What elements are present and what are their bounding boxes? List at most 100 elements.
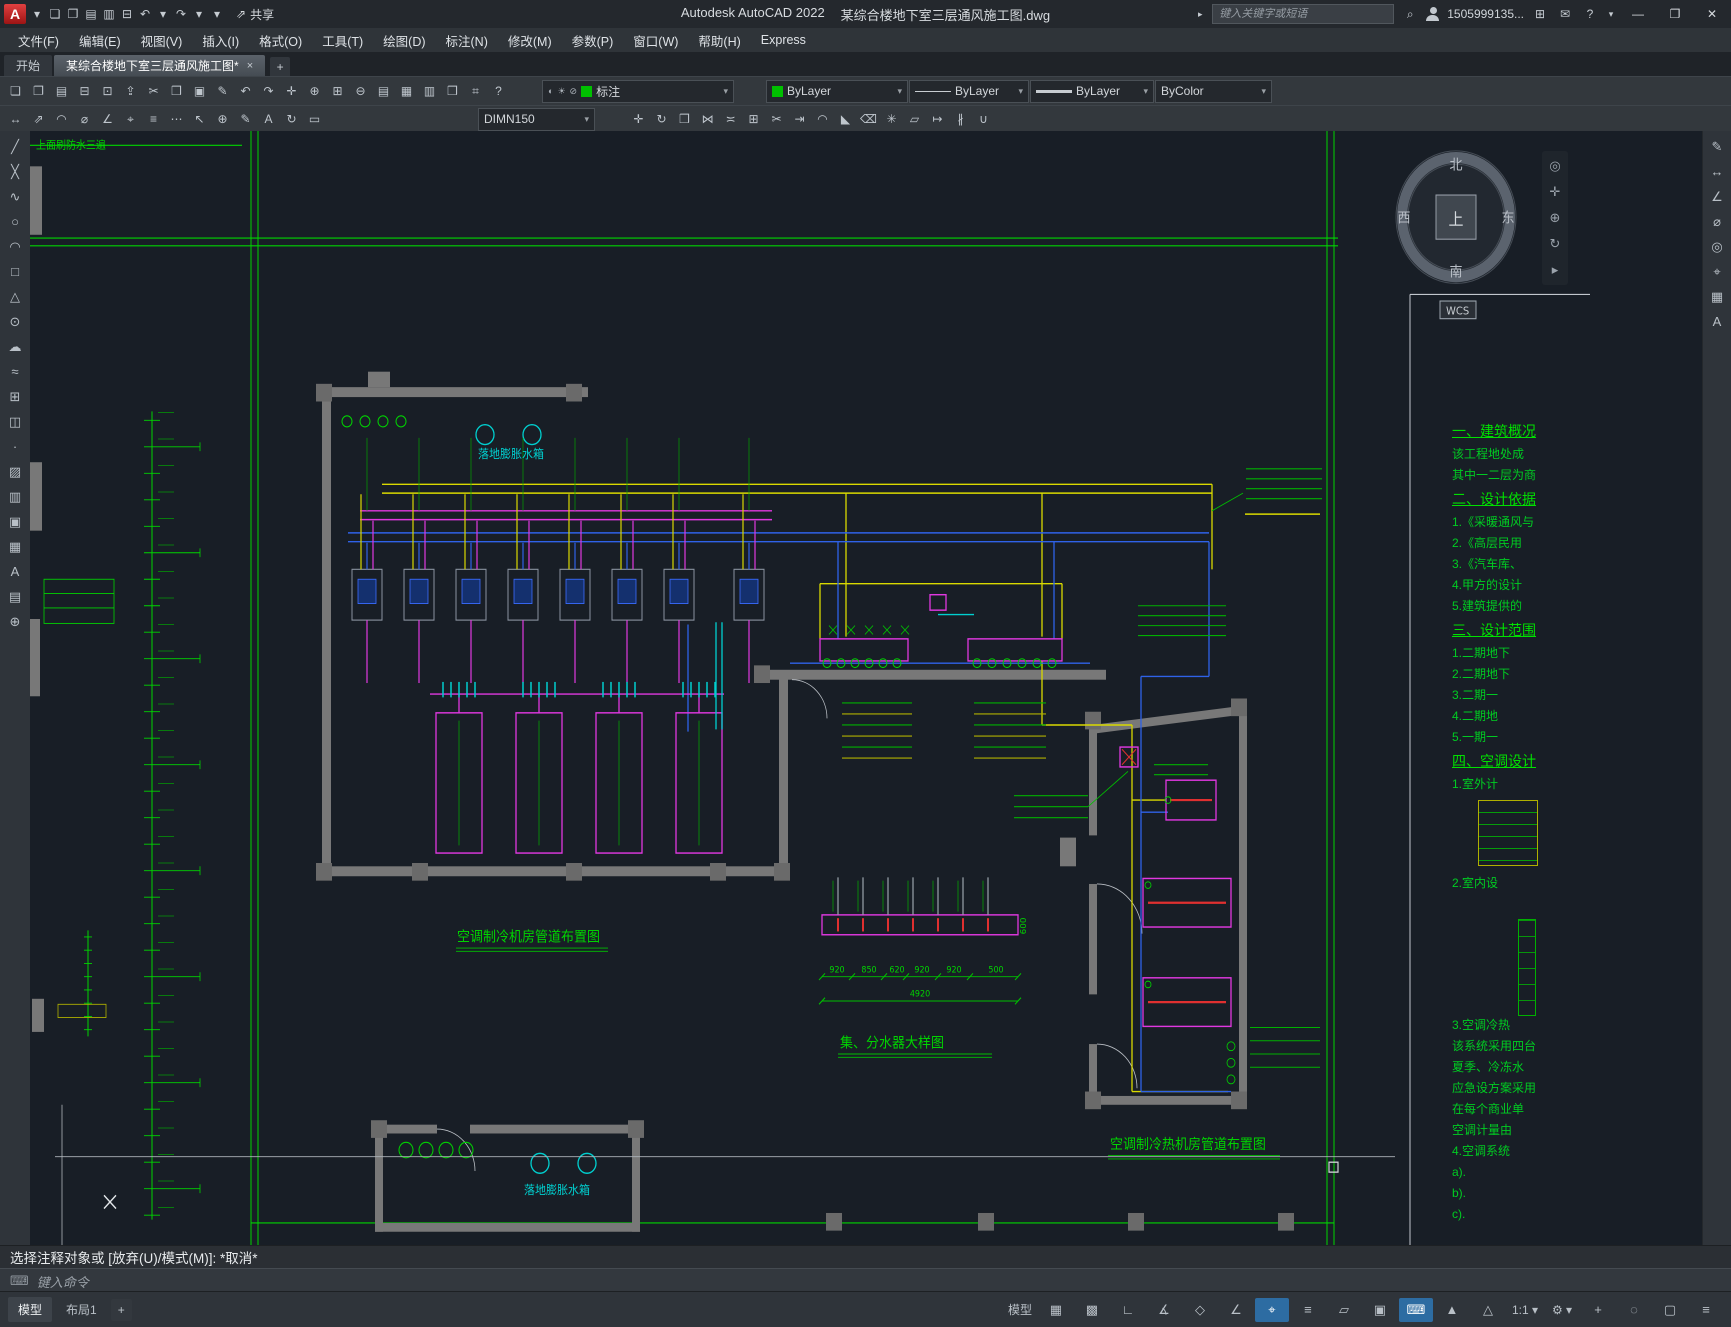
app-logo[interactable]: A bbox=[4, 4, 26, 24]
zoom-realtime-icon[interactable]: ⊕ bbox=[303, 80, 326, 102]
model-space-toggle[interactable]: 模型 bbox=[1003, 1298, 1037, 1322]
copy-object-icon[interactable]: ❒ bbox=[673, 108, 696, 130]
steering-wheel-icon[interactable]: ◎ bbox=[1545, 156, 1565, 176]
annotation-monitor-icon[interactable]: + bbox=[1581, 1298, 1615, 1322]
menu-format[interactable]: 格式(O) bbox=[249, 28, 312, 53]
polar-icon[interactable]: ∡ bbox=[1147, 1298, 1181, 1322]
lineweight-control[interactable]: ByLayer ▾ bbox=[1030, 79, 1154, 103]
user-icon[interactable] bbox=[1426, 7, 1440, 22]
customize-icon[interactable]: ≡ bbox=[1689, 1298, 1723, 1322]
tab-close-icon[interactable]: × bbox=[247, 60, 253, 72]
rectangle-icon[interactable]: □ bbox=[3, 260, 27, 283]
mleader-icon[interactable]: ⌖ bbox=[1705, 260, 1729, 283]
dim-linear-icon[interactable]: ↔ bbox=[1705, 160, 1729, 183]
qnew-icon[interactable]: ❏ bbox=[4, 80, 27, 102]
dim-diameter-icon[interactable]: ⌀ bbox=[1705, 210, 1729, 233]
offset-icon[interactable]: ≍ bbox=[719, 108, 742, 130]
dyninput-icon[interactable]: ⌨ bbox=[1398, 1297, 1433, 1322]
undo-icon[interactable]: ↶ bbox=[234, 80, 257, 102]
create-block-icon[interactable]: ◫ bbox=[3, 410, 27, 433]
polygon-icon[interactable]: △ bbox=[3, 285, 27, 308]
qat-plot-icon[interactable]: ⊟ bbox=[118, 3, 136, 25]
command-input-row[interactable]: ⌨ 键入命令 bbox=[0, 1268, 1731, 1293]
menu-insert[interactable]: 插入(I) bbox=[192, 28, 249, 53]
chamfer-icon[interactable]: ◣ bbox=[834, 108, 857, 130]
dim-angular-icon[interactable]: ∠ bbox=[96, 108, 119, 130]
dim-baseline-icon[interactable]: ≡ bbox=[142, 108, 165, 130]
ortho-icon[interactable]: ∟ bbox=[1111, 1298, 1145, 1322]
inbox-icon[interactable]: ✉ bbox=[1556, 3, 1574, 25]
open-icon[interactable]: ❐ bbox=[27, 80, 50, 102]
dim-arc-icon[interactable]: ◠ bbox=[50, 108, 73, 130]
lineweight-icon[interactable]: ≡ bbox=[1291, 1298, 1325, 1322]
drawing-canvas[interactable]: 北 南 西 东 上 空调制冷机房管道布置图 集、分水器大样图 空调制冷热机房管道… bbox=[30, 131, 1703, 1245]
menu-edit[interactable]: 编辑(E) bbox=[69, 28, 131, 53]
menu-modify[interactable]: 修改(M) bbox=[498, 28, 562, 53]
qat-save-icon[interactable]: ▤ bbox=[82, 3, 100, 25]
move-icon[interactable]: ✛ bbox=[627, 108, 650, 130]
grid-icon[interactable]: ▦ bbox=[1039, 1298, 1073, 1322]
view-compass[interactable]: 北 南 西 东 上 bbox=[1395, 150, 1517, 284]
snap-icon[interactable]: ▩ bbox=[1075, 1298, 1109, 1322]
qat-redo-caret[interactable]: ▾ bbox=[190, 3, 208, 25]
leader-icon[interactable]: ↖ bbox=[188, 108, 211, 130]
array-icon[interactable]: ⊞ bbox=[742, 108, 765, 130]
tolerance-icon[interactable]: ⊕ bbox=[211, 108, 234, 130]
qat-open-icon[interactable]: ❐ bbox=[64, 3, 82, 25]
dim-continue-icon[interactable]: ⋯ bbox=[165, 108, 188, 130]
menu-help[interactable]: 帮助(H) bbox=[688, 28, 750, 53]
publish-icon[interactable]: ⇪ bbox=[119, 80, 142, 102]
showmotion-icon[interactable]: ▸ bbox=[1545, 260, 1565, 280]
sheet-set-icon[interactable]: ❒ bbox=[441, 80, 464, 102]
construction-line-icon[interactable]: ╳ bbox=[3, 160, 27, 183]
qat-undo-icon[interactable]: ↶ bbox=[136, 3, 154, 25]
line-icon[interactable]: ╱ bbox=[3, 135, 27, 158]
maximize-button[interactable]: ❐ bbox=[1660, 0, 1690, 28]
model-tab[interactable]: 模型 bbox=[8, 1297, 53, 1322]
hatch-icon[interactable]: ▨ bbox=[3, 460, 27, 483]
color-control[interactable]: ByLayer ▾ bbox=[766, 79, 908, 103]
save-icon[interactable]: ▤ bbox=[50, 80, 73, 102]
osnap-icon[interactable]: ⌖ bbox=[1254, 1297, 1289, 1322]
menu-draw[interactable]: 绘图(D) bbox=[373, 28, 435, 53]
layout1-tab[interactable]: 布局1 bbox=[56, 1297, 107, 1322]
pan-icon[interactable]: ✛ bbox=[280, 80, 303, 102]
redo-icon[interactable]: ↷ bbox=[257, 80, 280, 102]
menu-express[interactable]: Express bbox=[751, 30, 816, 50]
cart-icon[interactable]: ⊞ bbox=[1531, 3, 1549, 25]
new-tab-button[interactable]: + bbox=[270, 57, 291, 76]
autoscale-icon[interactable]: △ bbox=[1471, 1298, 1505, 1322]
gradient-icon[interactable]: ▥ bbox=[3, 485, 27, 508]
copy-icon[interactable]: ❒ bbox=[165, 80, 188, 102]
qat-customize-caret[interactable]: ▾ bbox=[208, 3, 226, 25]
layer-control[interactable]: ◐ ☀ ⊘ 标注 ▾ bbox=[542, 79, 734, 103]
dim-aligned-icon[interactable]: ⇗ bbox=[27, 108, 50, 130]
plotstyle-control[interactable]: ByColor ▾ bbox=[1155, 79, 1272, 103]
dim-text-edit-icon[interactable]: A bbox=[257, 108, 280, 130]
linetype-control[interactable]: ByLayer ▾ bbox=[909, 79, 1029, 103]
spline-icon[interactable]: ≈ bbox=[3, 360, 27, 383]
table-icon[interactable]: ▦ bbox=[3, 535, 27, 558]
isolate-objects-icon[interactable]: ◌ bbox=[1617, 1298, 1651, 1322]
trim-icon[interactable]: ✂ bbox=[765, 108, 788, 130]
dim-style-icon[interactable]: ▭ bbox=[303, 108, 326, 130]
zoom-icon[interactable]: ⊕ bbox=[1545, 208, 1565, 228]
arc-icon[interactable]: ◠ bbox=[3, 235, 27, 258]
dim-radius-icon[interactable]: ⌀ bbox=[73, 108, 96, 130]
orbit-icon[interactable]: ↻ bbox=[1545, 234, 1565, 254]
annotation-visibility-icon[interactable]: ▲ bbox=[1435, 1298, 1469, 1322]
menu-window[interactable]: 窗口(W) bbox=[623, 28, 688, 53]
selection-cycling-icon[interactable]: ▣ bbox=[1363, 1298, 1397, 1322]
help-icon[interactable]: ? bbox=[1581, 3, 1599, 25]
stretch-icon[interactable]: ↦ bbox=[926, 108, 949, 130]
dim-edit-icon[interactable]: ✎ bbox=[234, 108, 257, 130]
qat-undo-caret[interactable]: ▾ bbox=[154, 3, 172, 25]
extend-icon[interactable]: ⇥ bbox=[788, 108, 811, 130]
minimize-button[interactable]: — bbox=[1623, 0, 1653, 28]
otrack-icon[interactable]: ∠ bbox=[1219, 1298, 1253, 1322]
isodraft-icon[interactable]: ◇ bbox=[1183, 1298, 1217, 1322]
dim-linear-icon[interactable]: ↔ bbox=[4, 108, 27, 130]
transparency-icon[interactable]: ▱ bbox=[1327, 1298, 1361, 1322]
sketch-icon[interactable]: ✎ bbox=[1705, 135, 1729, 158]
add-layout-button[interactable]: + bbox=[110, 1298, 132, 1321]
